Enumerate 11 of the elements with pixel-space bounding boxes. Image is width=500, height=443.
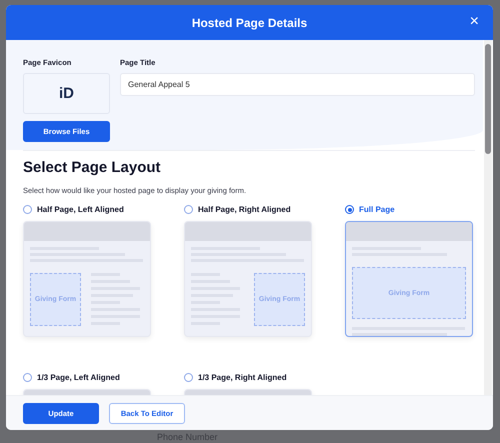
- layout-option[interactable]: Full Page: [345, 205, 473, 214]
- close-button[interactable]: ×: [470, 14, 479, 30]
- page-title-input[interactable]: General Appeal 5: [120, 73, 475, 96]
- layout-option[interactable]: Half Page, Right Aligned: [184, 205, 312, 214]
- layout-option[interactable]: Half Page, Left Aligned: [23, 205, 151, 214]
- logo-text: iD: [59, 85, 74, 102]
- layout-option[interactable]: 1/3 Page, Right Aligned: [184, 373, 312, 382]
- scrollbar[interactable]: [484, 40, 492, 395]
- section-heading: Select Page Layout: [23, 159, 162, 176]
- dialog-title: Hosted Page Details: [192, 16, 308, 30]
- layout-option[interactable]: 1/3 Page, Left Aligned: [23, 373, 151, 382]
